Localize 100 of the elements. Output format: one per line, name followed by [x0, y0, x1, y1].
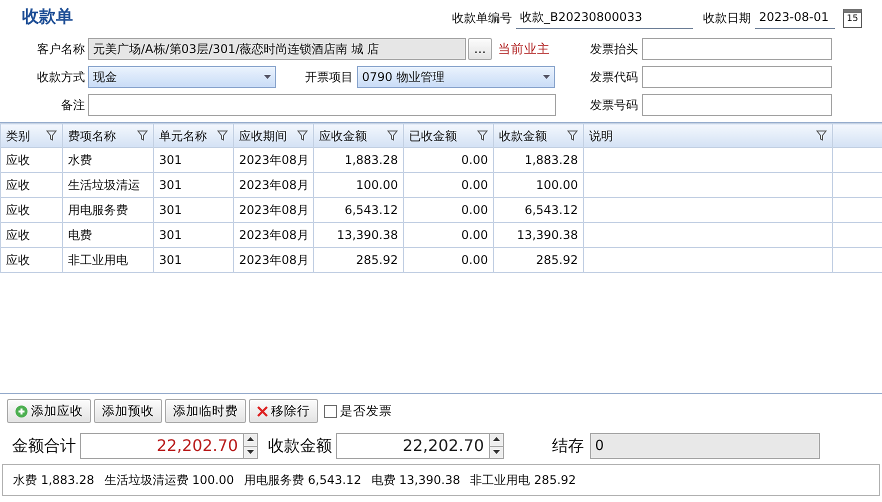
- add-icon: [15, 404, 28, 418]
- field-label: 收款金额: [268, 435, 332, 457]
- summary-item: 水费 1,883.28: [13, 472, 94, 489]
- table-cell: 1,883.28: [494, 148, 584, 172]
- filter-icon[interactable]: [297, 130, 308, 141]
- summary-item: 生活垃圾清运费 100.00: [104, 472, 234, 489]
- receipt-number-field[interactable]: 收款_B20230800033: [516, 7, 693, 29]
- checkbox-label: 是否发票: [340, 402, 392, 420]
- filter-icon[interactable]: [567, 130, 578, 141]
- column-title: 类别: [6, 128, 30, 144]
- dropdown-caret-icon: [264, 75, 271, 79]
- add-button[interactable]: 添加应收: [7, 399, 91, 423]
- spin-up-icon[interactable]: [247, 437, 254, 442]
- table-cell: 13,390.38: [494, 222, 584, 248]
- table-cell: 0.00: [404, 222, 494, 248]
- table-cell: 301: [154, 148, 234, 172]
- table-cell: 2023年08月: [234, 148, 314, 172]
- field-label: 结存: [552, 435, 584, 457]
- spin-down-icon[interactable]: [247, 450, 254, 454]
- remove-button[interactable]: 移除行: [249, 399, 318, 423]
- column-header[interactable]: 类别: [0, 124, 62, 148]
- input-field[interactable]: [642, 38, 832, 60]
- table-cell: 0.00: [404, 248, 494, 272]
- input-field[interactable]: [642, 94, 832, 116]
- payment-method-dropdown[interactable]: 现金: [88, 66, 276, 88]
- table-cell: 2023年08月: [234, 172, 314, 198]
- table-cell: 非工业用电: [62, 248, 154, 272]
- field-label: 发票号码: [589, 97, 638, 114]
- table-cell: 1,883.28: [314, 148, 404, 172]
- column-header[interactable]: 已收金额: [404, 124, 494, 148]
- filter-icon[interactable]: [477, 130, 488, 141]
- browse-button[interactable]: ...: [468, 38, 492, 60]
- table-cell: 0.00: [404, 172, 494, 198]
- column-header[interactable]: 收款金额: [494, 124, 584, 148]
- checkbox[interactable]: [324, 404, 337, 418]
- field-label: 收款方式: [36, 69, 85, 86]
- column-title: 应收期间: [239, 128, 287, 144]
- table-cell: 应收: [0, 248, 62, 272]
- table-cell: 水费: [62, 148, 154, 172]
- field-label: 发票抬头: [589, 41, 638, 58]
- customer-field[interactable]: 元美广场/A栋/第03层/301/薇恋时尚连锁酒店南 城 店: [88, 38, 466, 60]
- column-title: 单元名称: [159, 128, 207, 144]
- total-amount-field[interactable]: 22,202.70: [80, 433, 258, 459]
- column-title: 已收金额: [409, 128, 457, 144]
- column-title: 说明: [589, 128, 613, 144]
- field-label: 收款日期: [702, 10, 751, 27]
- table-cell: 100.00: [314, 172, 404, 198]
- remove-icon: [257, 406, 268, 416]
- column-header[interactable]: 费项名称: [62, 124, 154, 148]
- table-cell: 应收: [0, 172, 62, 198]
- column-header[interactable]: 应收金额: [314, 124, 404, 148]
- action-button[interactable]: 添加预收: [94, 399, 162, 423]
- owner-note: 当前业主: [498, 40, 550, 58]
- filter-icon[interactable]: [137, 130, 148, 141]
- filter-icon[interactable]: [46, 130, 57, 141]
- summary-item: 电费 13,390.38: [371, 472, 460, 489]
- spin-up-icon[interactable]: [493, 437, 500, 442]
- received-amount-field[interactable]: 22,202.70: [336, 433, 504, 459]
- table-cell: 用电服务费: [62, 198, 154, 222]
- table-cell: 2023年08月: [234, 198, 314, 222]
- column-header[interactable]: 单元名称: [154, 124, 234, 148]
- field-label: 金额合计: [12, 435, 76, 457]
- field-label: 收款单编号: [451, 10, 512, 27]
- column-title: 应收金额: [319, 128, 367, 144]
- action-button[interactable]: 添加临时费: [165, 399, 246, 423]
- column-title: 费项名称: [68, 128, 116, 144]
- calendar-icon[interactable]: 15: [843, 8, 862, 28]
- table-cell: 100.00: [494, 172, 584, 198]
- table-cell: 301: [154, 198, 234, 222]
- spin-down-icon[interactable]: [493, 450, 500, 454]
- remark-field[interactable]: [88, 94, 556, 116]
- table-cell: 6,543.12: [314, 198, 404, 222]
- table-cell: 301: [154, 222, 234, 248]
- table-cell: 0.00: [404, 198, 494, 222]
- filter-icon[interactable]: [217, 130, 228, 141]
- date-field[interactable]: 2023-08-01: [755, 7, 835, 29]
- column-header[interactable]: 说明: [584, 124, 832, 148]
- summary-item: 用电服务费 6,543.12: [244, 472, 362, 489]
- table-cell: 2023年08月: [234, 248, 314, 272]
- field-label: 客户名称: [36, 41, 85, 58]
- filter-icon[interactable]: [816, 130, 827, 141]
- filter-icon[interactable]: [387, 130, 398, 141]
- field-label: 备注: [60, 97, 85, 114]
- table-cell: 电费: [62, 222, 154, 248]
- field-label: 发票代码: [589, 69, 638, 86]
- input-field[interactable]: [642, 66, 832, 88]
- table-cell: 生活垃圾清运: [62, 172, 154, 198]
- column-header[interactable]: 应收期间: [234, 124, 314, 148]
- balance-field[interactable]: 0: [590, 433, 820, 459]
- table-cell: 13,390.38: [314, 222, 404, 248]
- table-cell: 6,543.12: [494, 198, 584, 222]
- table-cell: 301: [154, 248, 234, 272]
- window-title: 收款单: [22, 6, 73, 30]
- table-cell: 应收: [0, 148, 62, 172]
- table-cell: 285.92: [494, 248, 584, 272]
- invoice-item-dropdown[interactable]: 0790 物业管理: [357, 66, 555, 88]
- table-cell: 应收: [0, 198, 62, 222]
- summary-item: 非工业用电 285.92: [470, 472, 576, 489]
- table-cell: 2023年08月: [234, 222, 314, 248]
- dropdown-caret-icon: [543, 75, 550, 79]
